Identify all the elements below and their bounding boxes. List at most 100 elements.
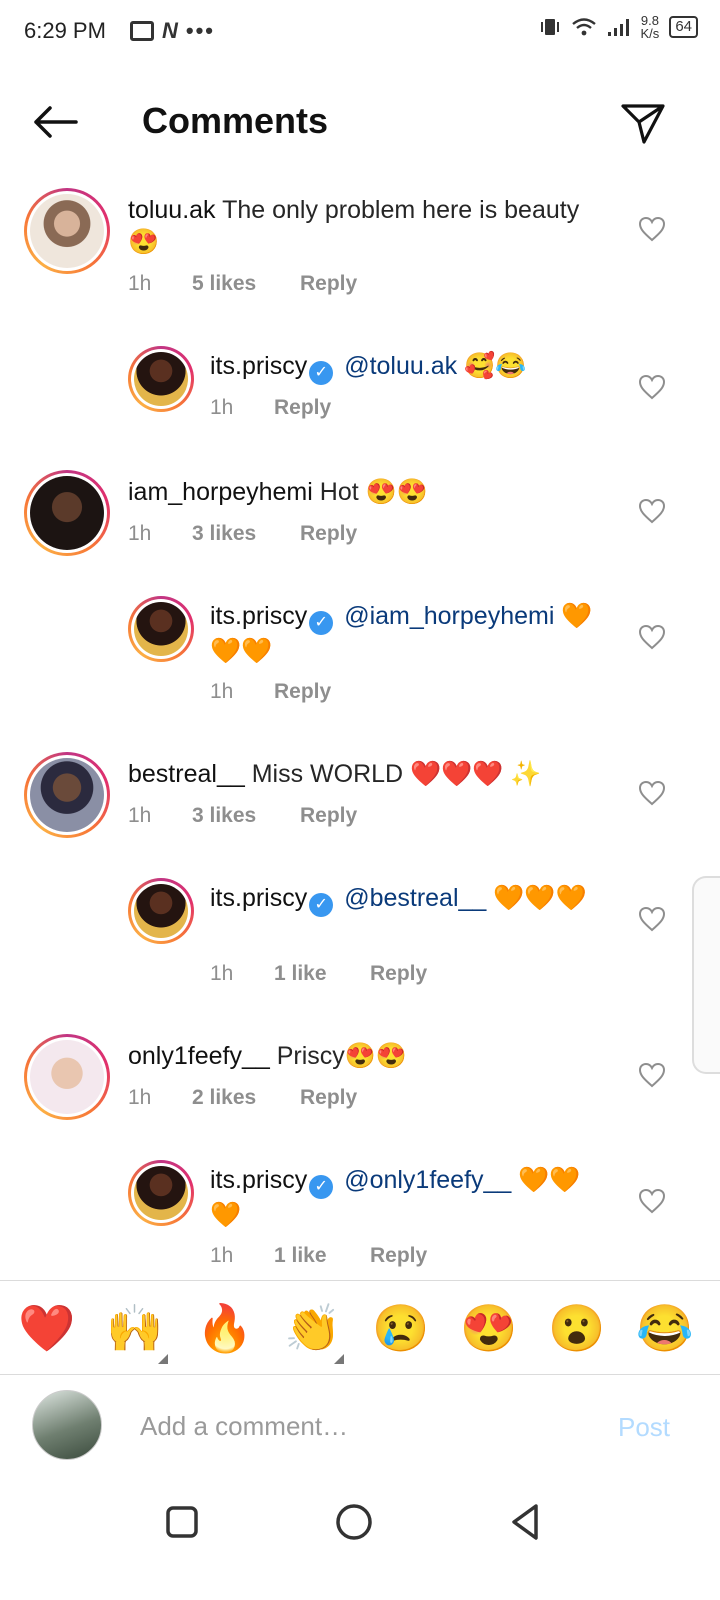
comment-likes[interactable]: 3 likes: [192, 522, 300, 546]
share-button[interactable]: [618, 98, 668, 148]
comment-time: 1h: [210, 396, 234, 419]
mention-link[interactable]: @iam_horpeyhemi: [344, 602, 554, 630]
emoji-heart-button[interactable]: ❤️: [18, 1302, 75, 1354]
comment-item: only1feefy__ Priscy😍😍 1h 2 likes Reply: [0, 1034, 720, 1134]
comment-meta: 1h 1 like Reply: [210, 1244, 427, 1268]
comment-username[interactable]: its.priscy: [210, 602, 307, 630]
comment-username[interactable]: its.priscy: [210, 1166, 307, 1194]
comment-username[interactable]: bestreal__: [128, 760, 245, 788]
battery-indicator: 64: [669, 16, 698, 38]
vibrate-icon: [540, 19, 559, 35]
verified-badge-icon: ✓: [309, 1175, 334, 1199]
back-triangle-icon[interactable]: [506, 1502, 546, 1542]
comment-input[interactable]: [140, 1406, 580, 1446]
comment-body: its.priscy ✓ @toluu.ak 🥰😂: [210, 350, 610, 385]
comment-body: only1feefy__ Priscy😍😍: [128, 1040, 608, 1072]
signal-icon: [607, 19, 629, 36]
comment-body: iam_horpeyhemi Hot 😍😍: [128, 476, 608, 508]
notification-app-icon: [130, 21, 154, 41]
my-avatar: [32, 1390, 102, 1460]
mention-link[interactable]: @only1feefy__: [344, 1166, 511, 1194]
status-time: 6:29 PM: [24, 18, 106, 43]
comment-meta: 1h 5 likes Reply: [128, 272, 357, 296]
comment-text: 🥰😂: [464, 352, 527, 380]
comment-item: toluu.ak The only problem here is beauty…: [0, 188, 720, 318]
avatar[interactable]: [24, 752, 110, 838]
comment-likes[interactable]: 3 likes: [192, 804, 300, 828]
post-button[interactable]: Post: [618, 1412, 670, 1443]
like-heart-icon[interactable]: [638, 624, 666, 650]
like-heart-icon[interactable]: [638, 1062, 666, 1088]
comment-composer: Post: [0, 1376, 720, 1480]
reply-button[interactable]: Reply: [300, 804, 357, 828]
comment-username[interactable]: its.priscy: [210, 352, 307, 380]
comment-meta: 1h 3 likes Reply: [128, 804, 357, 828]
like-heart-icon[interactable]: [638, 780, 666, 806]
comment-username[interactable]: iam_horpeyhemi: [128, 478, 313, 506]
comment-body: its.priscy ✓ @iam_horpeyhemi 🧡🧡🧡: [210, 600, 610, 667]
avatar[interactable]: [128, 596, 194, 662]
comment-meta: 1h 1 like Reply: [210, 962, 427, 986]
mention-link[interactable]: @bestreal__: [344, 884, 486, 912]
comment-body: its.priscy ✓ @bestreal__ 🧡🧡🧡: [210, 882, 610, 917]
avatar[interactable]: [24, 188, 110, 274]
like-heart-icon[interactable]: [638, 498, 666, 524]
reply-item: its.priscy ✓ @bestreal__ 🧡🧡🧡 1h 1 like Re…: [0, 878, 720, 998]
system-nav-bar: [0, 1484, 720, 1600]
reply-item: its.priscy ✓ @toluu.ak 🥰😂 1h Reply: [0, 346, 720, 446]
recents-square-icon[interactable]: [162, 1502, 202, 1542]
reply-button[interactable]: Reply: [274, 680, 331, 704]
verified-badge-icon: ✓: [309, 611, 334, 635]
emoji-raised-hands-button[interactable]: 🙌: [106, 1302, 163, 1354]
reply-button[interactable]: Reply: [300, 272, 357, 296]
reply-button[interactable]: Reply: [370, 1244, 427, 1268]
like-heart-icon[interactable]: [638, 1188, 666, 1214]
comment-likes[interactable]: 2 likes: [192, 1086, 300, 1110]
scroll-handle[interactable]: [692, 876, 720, 1074]
reply-button[interactable]: Reply: [274, 396, 331, 420]
emoji-clapping-button[interactable]: 👏: [284, 1302, 341, 1354]
emoji-crying-button[interactable]: 😢: [372, 1302, 429, 1354]
emoji-fire-button[interactable]: 🔥: [196, 1302, 253, 1354]
emoji-surprised-button[interactable]: 😮: [548, 1302, 605, 1354]
skin-tone-indicator-icon: [158, 1354, 168, 1364]
comment-likes[interactable]: 5 likes: [192, 272, 300, 296]
page-title: Comments: [142, 100, 329, 141]
status-right-icons: 9.8 K/s 64: [539, 14, 698, 40]
like-heart-icon[interactable]: [638, 374, 666, 400]
home-circle-icon[interactable]: [334, 1502, 374, 1542]
netflix-notification-icon: N: [162, 18, 178, 43]
avatar[interactable]: [24, 470, 110, 556]
back-button[interactable]: [30, 100, 80, 144]
reply-button[interactable]: Reply: [370, 962, 427, 986]
comment-username[interactable]: only1feefy__: [128, 1042, 270, 1070]
more-notifications-icon: •••: [185, 18, 215, 43]
comment-likes[interactable]: 1 like: [274, 962, 370, 986]
divider: [0, 1280, 720, 1281]
comment-meta: 1h Reply: [210, 396, 331, 420]
comment-time: 1h: [128, 804, 152, 827]
avatar[interactable]: [128, 1160, 194, 1226]
avatar[interactable]: [128, 878, 194, 944]
send-icon: [621, 104, 665, 144]
like-heart-icon[interactable]: [638, 906, 666, 932]
comment-likes[interactable]: 1 like: [274, 1244, 370, 1268]
reply-item: its.priscy ✓ @iam_horpeyhemi 🧡🧡🧡 1h Reply: [0, 596, 720, 716]
quick-emoji-bar: ❤️ 🙌 🔥 👏 😢 😍 😮 😂: [0, 1282, 720, 1374]
comment-body: its.priscy ✓ @only1feefy__ 🧡🧡🧡: [210, 1164, 610, 1231]
avatar[interactable]: [128, 346, 194, 412]
comments-header: Comments: [0, 80, 720, 164]
like-heart-icon[interactable]: [638, 216, 666, 242]
notification-icons: N •••: [130, 18, 215, 44]
reply-button[interactable]: Reply: [300, 522, 357, 546]
skin-tone-indicator-icon: [334, 1354, 344, 1364]
comment-username[interactable]: its.priscy: [210, 884, 307, 912]
mention-link[interactable]: @toluu.ak: [344, 352, 457, 380]
comment-username[interactable]: toluu.ak: [128, 196, 216, 224]
avatar[interactable]: [24, 1034, 110, 1120]
comment-meta: 1h 3 likes Reply: [128, 522, 357, 546]
comment-text: 🧡🧡🧡: [493, 884, 587, 912]
emoji-laughing-button[interactable]: 😂: [636, 1302, 693, 1354]
emoji-heart-eyes-button[interactable]: 😍: [460, 1302, 517, 1354]
reply-button[interactable]: Reply: [300, 1086, 357, 1110]
